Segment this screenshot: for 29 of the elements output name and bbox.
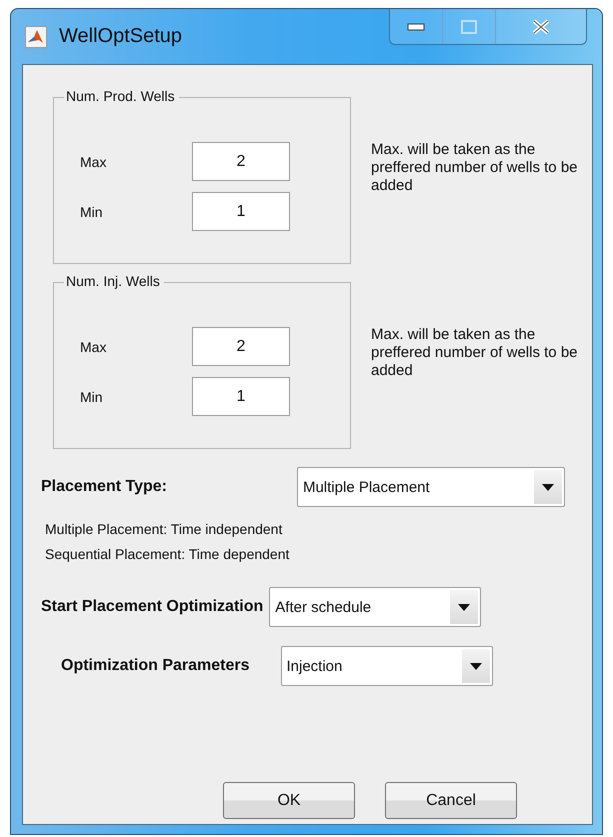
input-field[interactable]: 2 [192, 142, 290, 181]
field-label: Max [80, 338, 108, 354]
close-icon [531, 18, 551, 34]
cancel-button[interactable]: Cancel [385, 782, 517, 819]
maximize-icon [461, 20, 477, 34]
note-text: Max. will be taken as the preffered number of wells to be added [371, 326, 579, 381]
start-optimization-label: Start Placement Optimization [41, 598, 264, 616]
minimize-icon [407, 22, 425, 30]
input-field[interactable]: 1 [192, 377, 290, 416]
field-label: Min [80, 388, 104, 404]
note-text: Max. will be taken as the preffered number of wells to be added [371, 141, 579, 196]
ok-button[interactable]: OK [223, 782, 355, 819]
optimization-parameters-label: Optimization Parameters [61, 657, 250, 675]
group-title: Num. Prod. Wells [64, 88, 179, 104]
help-text: Multiple Placement: Time independent [45, 520, 284, 539]
dropdown[interactable]: After schedule [269, 587, 482, 627]
window-title: WellOptSetup [59, 25, 182, 48]
app-icon [25, 26, 47, 48]
field-label: Max [80, 154, 108, 170]
dropdown[interactable]: Injection [280, 646, 492, 686]
placement-type-label: Placement Type: [41, 478, 167, 496]
dropdown[interactable]: Multiple Placement [296, 467, 565, 507]
input-field[interactable]: 1 [192, 192, 290, 231]
group-title: Num. Inj. Wells [64, 273, 164, 289]
minimize-button[interactable] [390, 9, 443, 44]
input-field[interactable]: 2 [192, 327, 290, 366]
close-button[interactable] [496, 9, 586, 44]
help-text: Sequential Placement: Time dependent [45, 545, 290, 564]
field-label: Min [80, 204, 104, 220]
